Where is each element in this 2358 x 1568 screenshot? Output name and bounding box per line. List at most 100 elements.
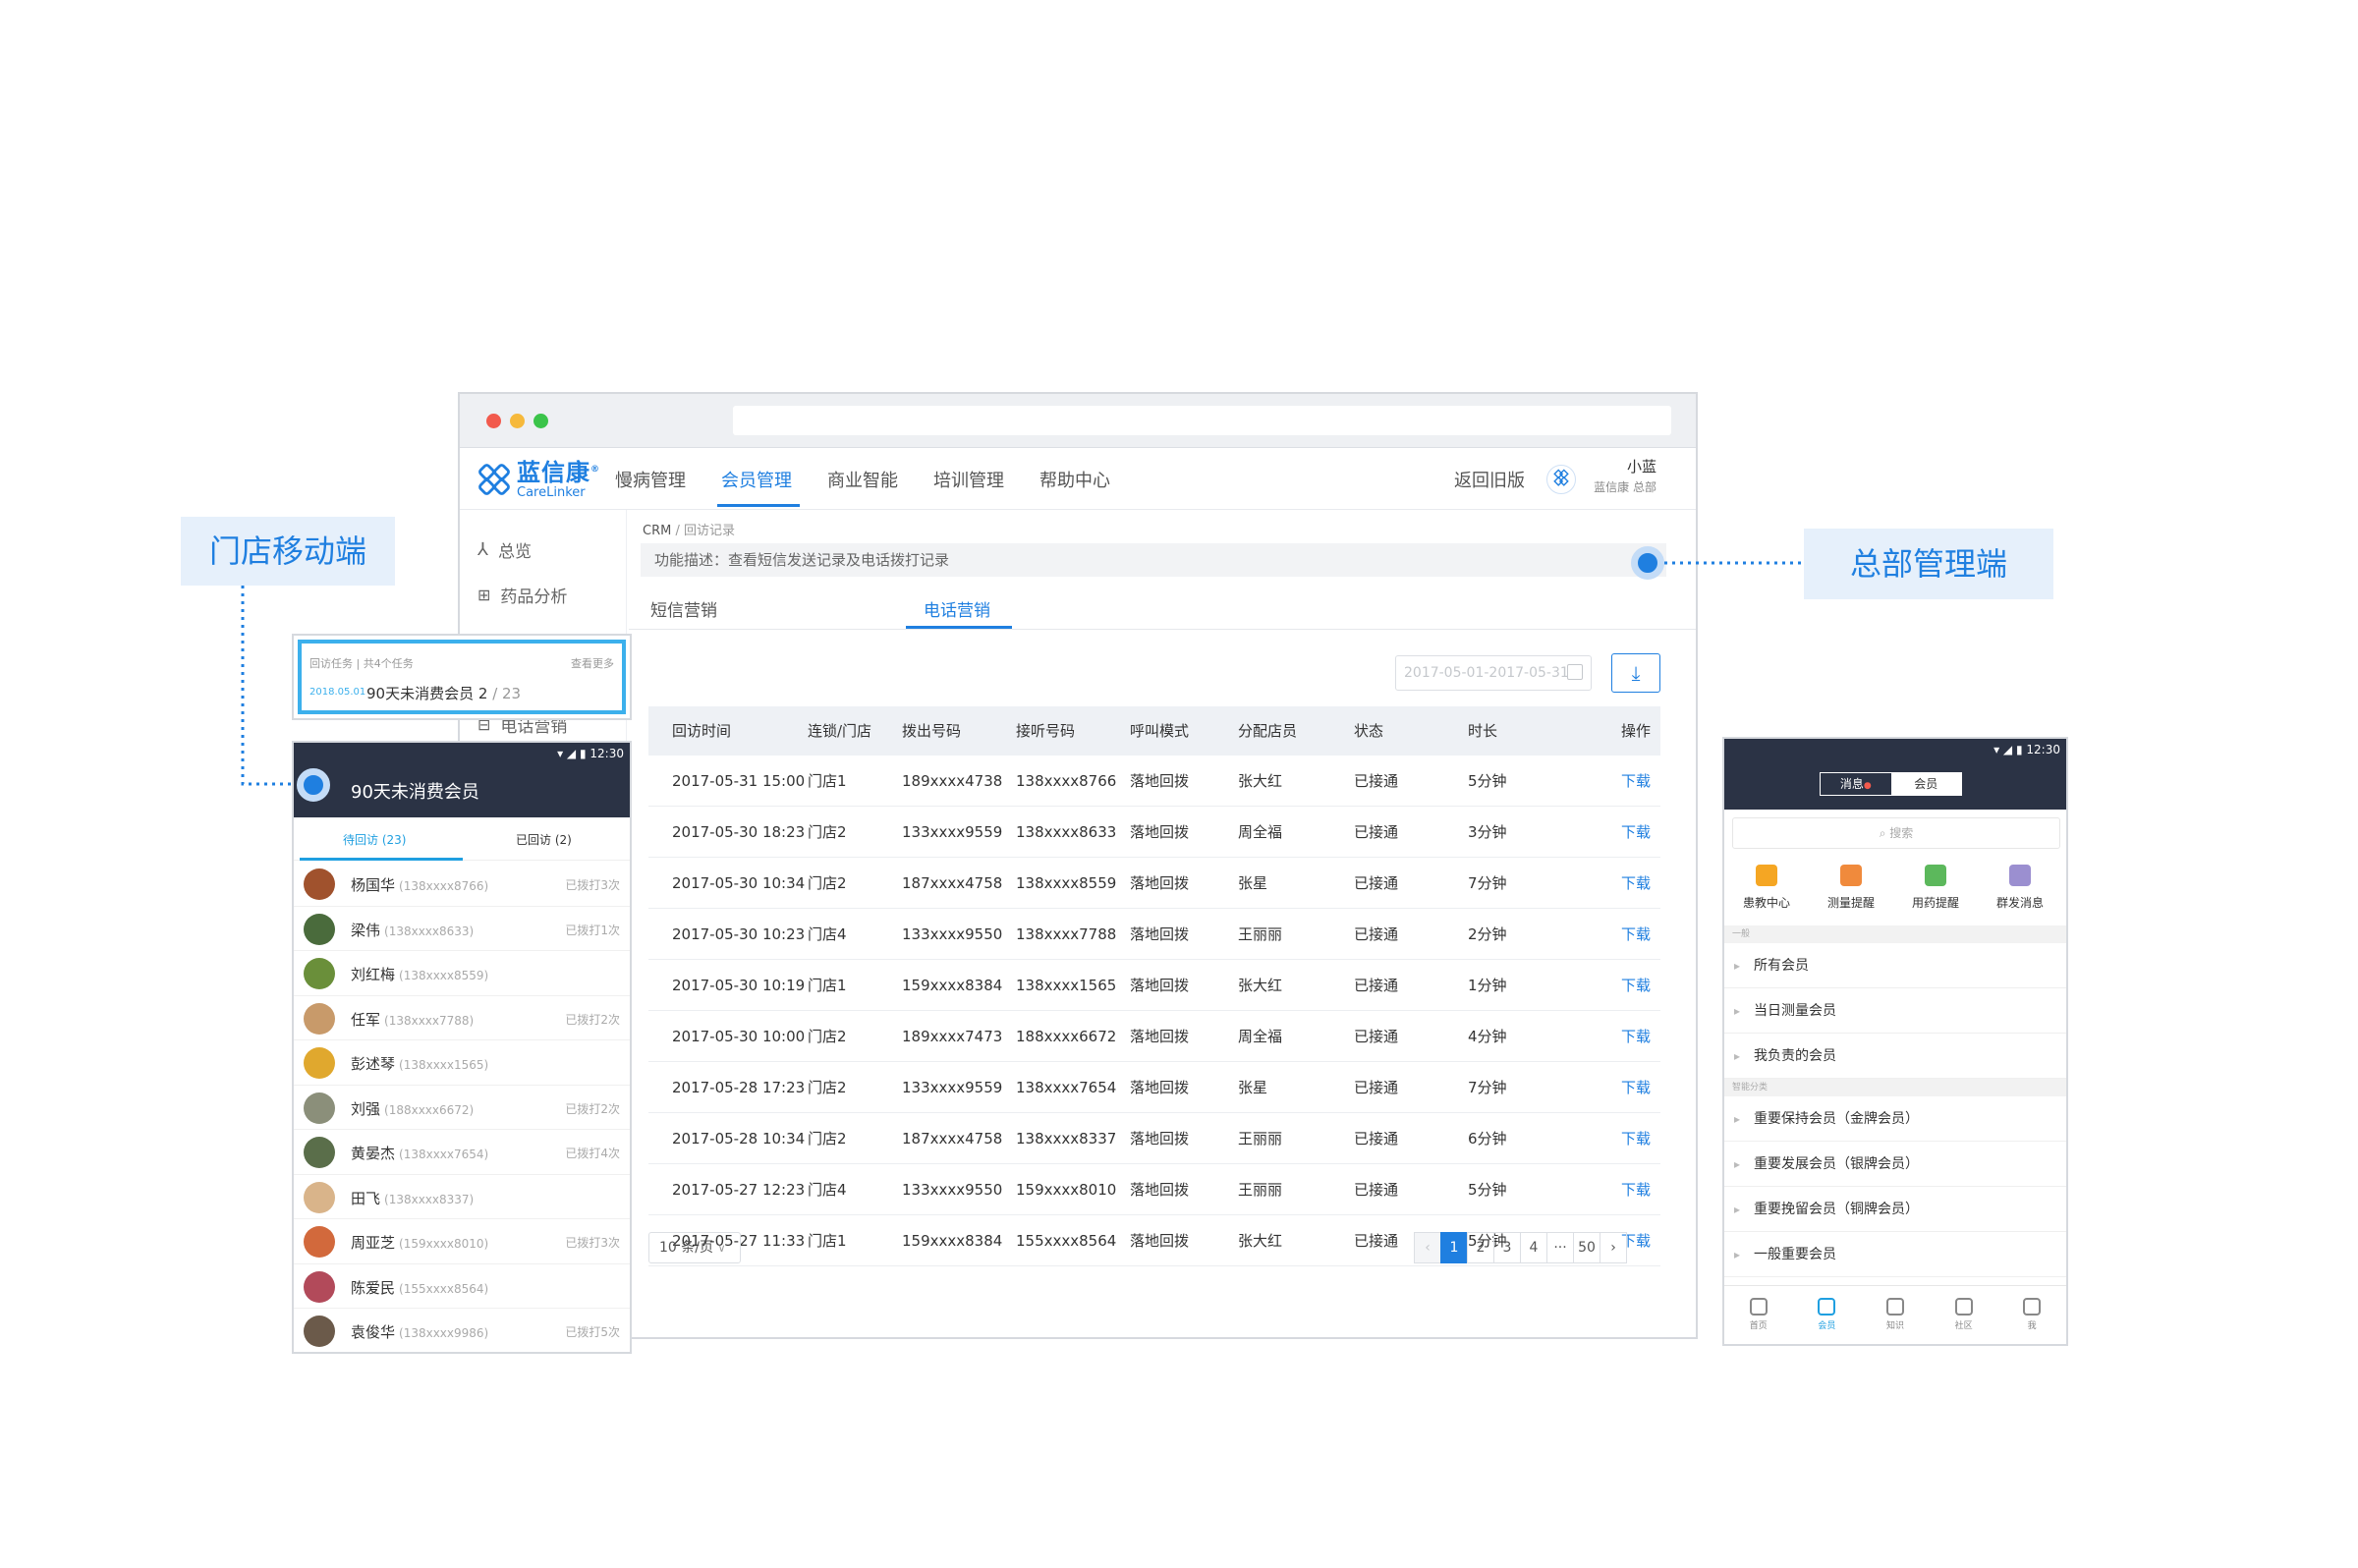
maximize-dot-icon[interactable] xyxy=(533,414,548,428)
list-item[interactable]: 黄晏杰 (138xxxx7654) 已拨打4次 xyxy=(294,1130,630,1175)
download-link[interactable]: 下载 xyxy=(1621,960,1651,1011)
page-button[interactable]: 3 xyxy=(1493,1232,1521,1263)
category-item[interactable]: 重要保持会员（金牌会员） xyxy=(1724,1096,2066,1142)
category-item[interactable]: 所有会员 xyxy=(1724,943,2066,988)
sidebar-item-label: 药品分析 xyxy=(500,588,568,607)
task-card[interactable]: 回访任务 | 共4个任务 查看更多 2018.05.01 90天未消费会员 2 … xyxy=(292,634,632,720)
member-name: 陈爱民 (155xxxx8564) xyxy=(351,1277,488,1298)
task-more-link[interactable]: 查看更多 xyxy=(571,655,614,671)
list-item[interactable]: 刘强 (188xxxx6672) 已拨打2次 xyxy=(294,1086,630,1130)
user-org: 蓝信康 总部 xyxy=(1594,480,1656,494)
table-cell: 188xxxx6672 xyxy=(1016,1028,1117,1045)
nav-item-training[interactable]: 培训管理 xyxy=(933,467,1004,492)
page-button[interactable]: 2 xyxy=(1467,1232,1494,1263)
table-cell: 门店4 xyxy=(808,1181,847,1199)
minimize-dot-icon[interactable] xyxy=(510,414,525,428)
tab-pending[interactable]: 待回访 (23) xyxy=(343,831,406,848)
address-bar[interactable] xyxy=(733,406,1671,435)
breadcrumb-root[interactable]: CRM xyxy=(643,524,671,538)
bottom-nav-item[interactable]: 首页 xyxy=(1724,1286,1793,1344)
avatar xyxy=(304,1316,335,1347)
user-name[interactable]: 小蓝 xyxy=(1627,459,1656,476)
page-button[interactable]: 50 xyxy=(1573,1232,1600,1263)
member-phone: (188xxxx6672) xyxy=(384,1102,475,1117)
search-icon: ⌕ xyxy=(1879,826,1886,840)
sidebar-item-label: 总览 xyxy=(498,542,532,562)
table-cell: 已接通 xyxy=(1354,925,1399,943)
quick-action[interactable]: 用药提醒 xyxy=(1893,865,1978,911)
tab-phone-marketing[interactable]: 电话营销 xyxy=(924,596,990,621)
table-cell: 189xxxx4738 xyxy=(902,772,1003,790)
download-link[interactable]: 下载 xyxy=(1621,858,1651,909)
list-item[interactable]: 刘红梅 (138xxxx8559) xyxy=(294,951,630,996)
nav-item-chronic[interactable]: 慢病管理 xyxy=(615,467,686,492)
table-cell: 2分钟 xyxy=(1468,925,1507,943)
list-item[interactable]: 杨国华 (138xxxx8766) 已拨打3次 xyxy=(294,862,630,907)
page-button[interactable]: ··· xyxy=(1546,1232,1574,1263)
nav-item-help[interactable]: 帮助中心 xyxy=(1039,467,1110,492)
table-cell: 2017-05-27 12:23 xyxy=(672,1181,806,1199)
bottom-nav-item[interactable]: 知识 xyxy=(1861,1286,1930,1344)
tab-sms-marketing[interactable]: 短信营销 xyxy=(650,596,717,621)
quick-action[interactable]: 患教中心 xyxy=(1724,865,1809,911)
bottom-nav-label: 知识 xyxy=(1885,1321,1904,1331)
table-cell: 王丽丽 xyxy=(1238,925,1283,943)
sidebar-item-medicine[interactable]: ⊞ 药品分析 xyxy=(477,583,567,607)
category-item[interactable]: 当日测量会员 xyxy=(1724,988,2066,1034)
nav-item-bi[interactable]: 商业智能 xyxy=(827,467,898,492)
category-item[interactable]: 重要挽留会员（铜牌会员） xyxy=(1724,1187,2066,1232)
prev-page-button[interactable]: ‹ xyxy=(1414,1232,1441,1263)
list-item[interactable]: 陈爱民 (155xxxx8564) xyxy=(294,1264,630,1309)
download-link[interactable]: 下载 xyxy=(1621,1062,1651,1113)
old-version-link[interactable]: 返回旧版 xyxy=(1454,467,1525,492)
download-link[interactable]: 下载 xyxy=(1621,756,1651,807)
logo[interactable]: 蓝信康® CareLinker xyxy=(476,457,600,502)
page-button[interactable]: 4 xyxy=(1520,1232,1547,1263)
quick-action[interactable]: 测量提醒 xyxy=(1809,865,1893,911)
member-icon xyxy=(1818,1298,1836,1316)
nav-item-member[interactable]: 会员管理 xyxy=(721,467,792,492)
table-cell: 7分钟 xyxy=(1468,1079,1507,1096)
download-link[interactable]: 下载 xyxy=(1621,1164,1651,1215)
member-phone: (138xxxx9986) xyxy=(399,1326,489,1340)
call-count: 已拨打3次 xyxy=(565,878,620,892)
status-time: 12:30 xyxy=(590,747,624,760)
tab-visited[interactable]: 已回访 (2) xyxy=(516,831,572,848)
search-input[interactable]: ⌕ 搜索 xyxy=(1732,817,2060,849)
bottom-nav-item[interactable]: 我 xyxy=(1997,1286,2066,1344)
segment-messages[interactable]: 消息● xyxy=(1821,773,1891,795)
list-item[interactable]: 周亚芝 (159xxxx8010) 已拨打3次 xyxy=(294,1219,630,1264)
list-item[interactable]: 田飞 (138xxxx8337) xyxy=(294,1175,630,1219)
bottom-nav-item[interactable]: 社区 xyxy=(1930,1286,1998,1344)
category-item[interactable]: 重要发展会员（银牌会员） xyxy=(1724,1142,2066,1187)
bottom-nav-item[interactable]: 会员 xyxy=(1793,1286,1862,1344)
list-item[interactable]: 袁俊华 (138xxxx9986) 已拨打5次 xyxy=(294,1309,630,1352)
download-link[interactable]: 下载 xyxy=(1621,909,1651,960)
page-button[interactable]: 1 xyxy=(1440,1232,1468,1263)
table-cell: 6分钟 xyxy=(1468,1130,1507,1148)
next-page-button[interactable]: › xyxy=(1600,1232,1627,1263)
table-row: 2017-05-30 10:34 门店2 187xxxx4758 138xxxx855… xyxy=(648,858,1660,909)
date-range-picker[interactable]: 2017-05-01-2017-05-31 xyxy=(1395,655,1592,691)
download-link[interactable]: 下载 xyxy=(1621,807,1651,858)
member-name-text: 刘红梅 xyxy=(351,966,396,983)
category-item[interactable]: 一般重要会员 xyxy=(1724,1232,2066,1277)
member-phone: (138xxxx8337) xyxy=(384,1192,475,1206)
page-size-select[interactable]: 10 条/页 ∨ xyxy=(648,1232,741,1263)
table-cell: 落地回拨 xyxy=(1130,925,1190,943)
download-link[interactable]: 下载 xyxy=(1621,1011,1651,1062)
download-button[interactable]: ⤓ xyxy=(1611,653,1660,693)
table-cell: 133xxxx9559 xyxy=(902,1079,1003,1096)
category-item[interactable]: 我负责的会员 xyxy=(1724,1034,2066,1079)
list-item[interactable]: 梁伟 (138xxxx8633) 已拨打1次 xyxy=(294,907,630,951)
close-dot-icon[interactable] xyxy=(486,414,501,428)
user-avatar[interactable] xyxy=(1546,465,1576,494)
list-item[interactable]: 任军 (138xxxx7788) 已拨打2次 xyxy=(294,996,630,1040)
list-item[interactable]: 彭述琴 (138xxxx1565) xyxy=(294,1040,630,1086)
table-cell: 已接通 xyxy=(1354,1232,1399,1250)
quick-action[interactable]: 群发消息 xyxy=(1978,865,2062,911)
main-content: CRM / 回访记录 功能描述：查看短信发送记录及电话拨打记录 短信营销 电话营… xyxy=(629,510,1696,1337)
segment-members[interactable]: 会员 xyxy=(1890,773,1961,795)
download-link[interactable]: 下载 xyxy=(1621,1113,1651,1164)
sidebar-item-overview[interactable]: ⅄ 总览 xyxy=(477,537,532,562)
